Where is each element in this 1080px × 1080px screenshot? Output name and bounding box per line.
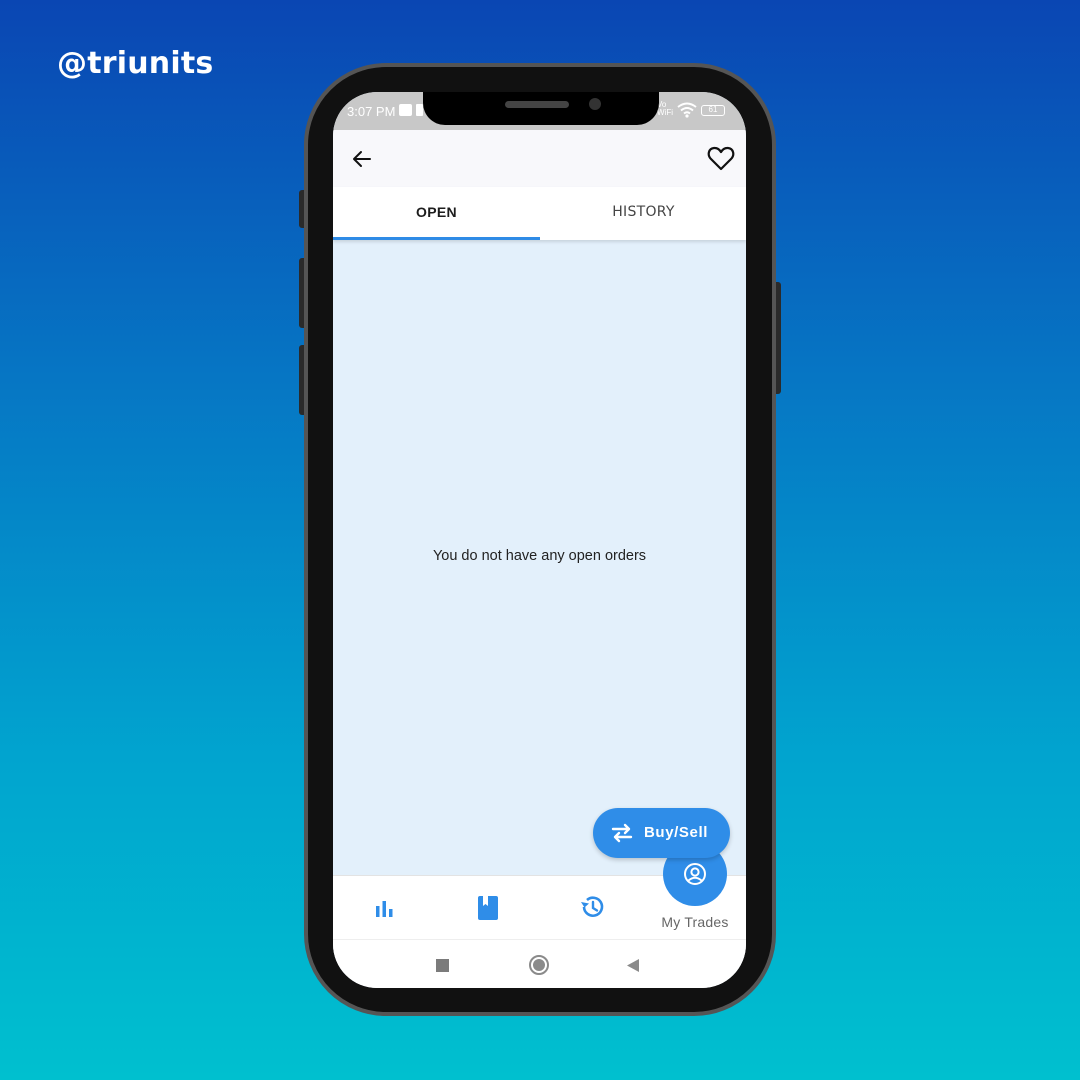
arrow-left-icon[interactable] xyxy=(350,147,374,171)
account-circle-icon xyxy=(684,863,706,885)
phone-screen: 3:07 PM Vo WiFi 61 OPEN HISTORY You do n… xyxy=(333,92,746,988)
buy-sell-label: Buy/Sell xyxy=(644,824,708,841)
status-time: 3:07 PM xyxy=(347,104,396,119)
battery-icon: 61 xyxy=(701,105,725,116)
system-navigation-bar xyxy=(333,939,746,988)
history-clock-icon[interactable] xyxy=(579,894,605,920)
tab-history[interactable]: HISTORY xyxy=(540,187,746,240)
heart-outline-icon[interactable] xyxy=(707,145,735,172)
book-icon[interactable] xyxy=(477,895,499,921)
swap-arrows-icon xyxy=(611,823,633,843)
app-bar xyxy=(333,130,746,187)
empty-state-message: You do not have any open orders xyxy=(432,548,647,564)
home-icon[interactable] xyxy=(529,955,549,975)
notification-icon xyxy=(416,104,423,116)
system-back-icon[interactable] xyxy=(626,958,640,973)
my-trades-label[interactable]: My Trades xyxy=(655,914,735,930)
order-tabs: OPEN HISTORY xyxy=(333,187,746,240)
sim-card-icon xyxy=(399,104,412,116)
tab-open[interactable]: OPEN xyxy=(333,187,540,240)
vowifi-label: Vo WiFi xyxy=(657,100,673,117)
buy-sell-button[interactable]: Buy/Sell xyxy=(593,808,730,858)
bar-chart-icon[interactable] xyxy=(373,897,395,919)
speaker-grille xyxy=(505,101,569,108)
front-camera xyxy=(589,98,601,110)
phone-notch xyxy=(423,92,659,125)
wifi-icon xyxy=(677,102,697,118)
watermark-handle: @triunits xyxy=(57,46,214,81)
recent-apps-icon[interactable] xyxy=(436,959,449,972)
